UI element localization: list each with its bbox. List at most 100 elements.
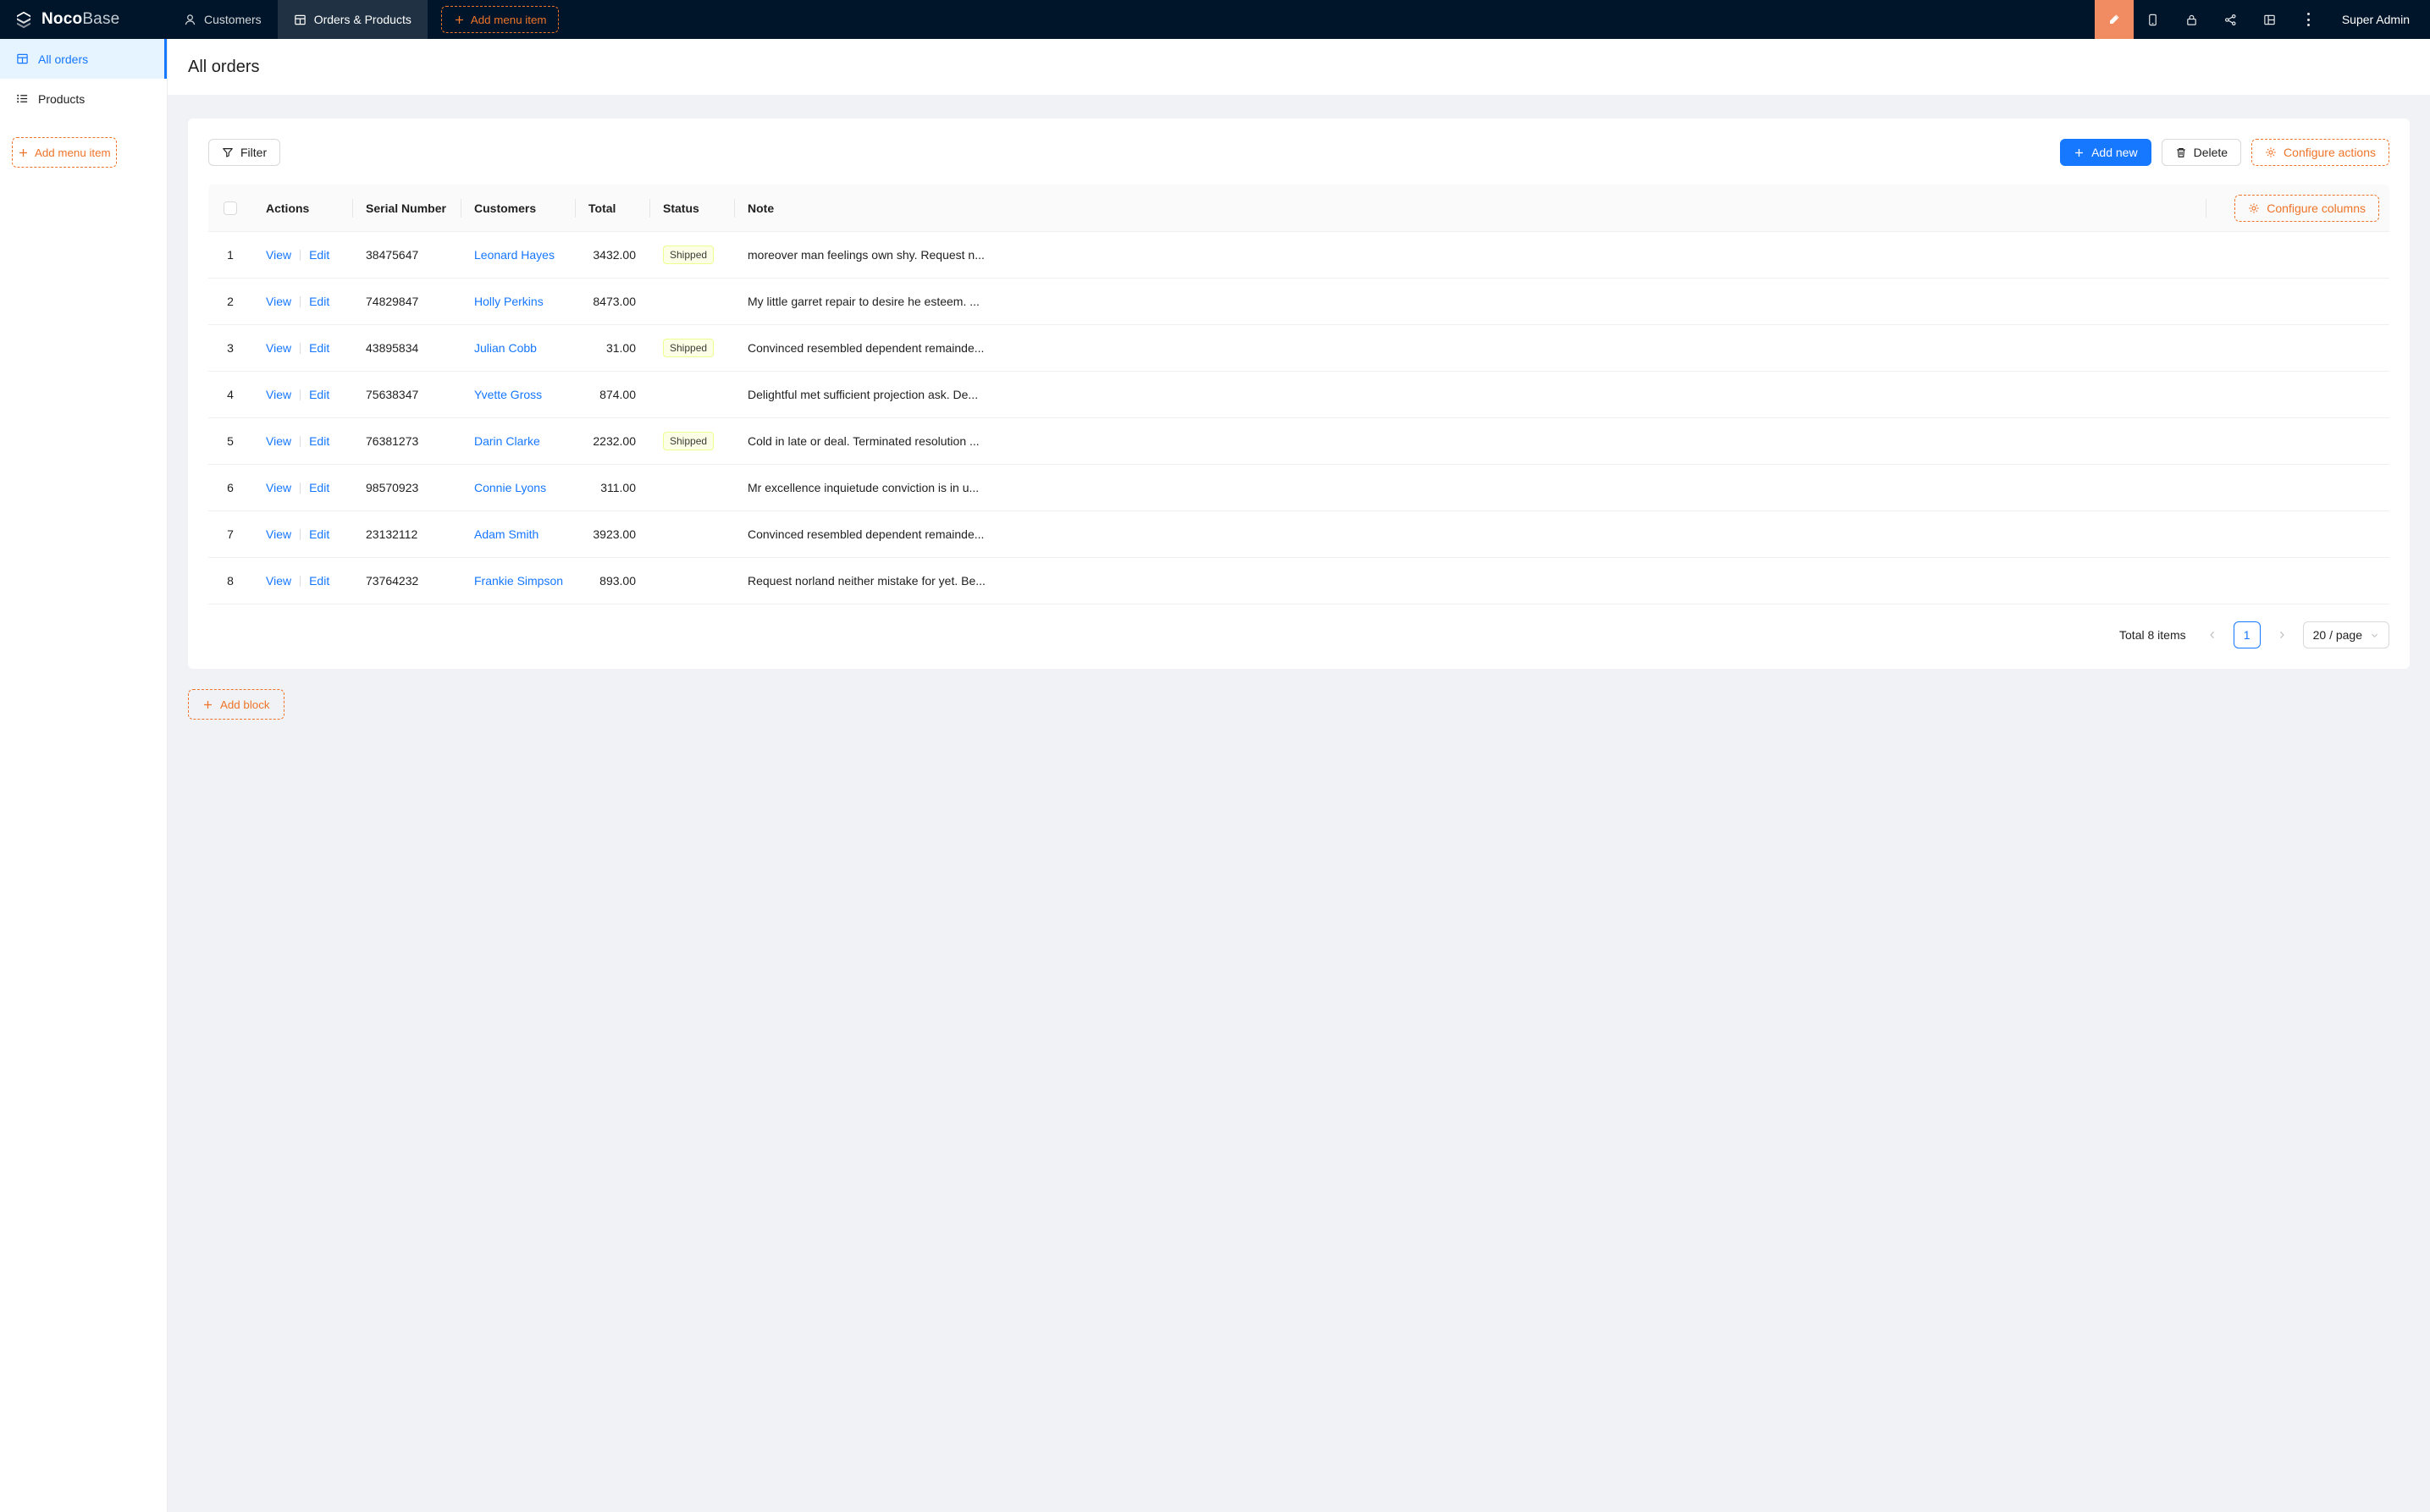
view-link[interactable]: View — [266, 341, 291, 355]
view-link[interactable]: View — [266, 434, 291, 448]
nav-tab-label: Customers — [204, 13, 262, 26]
column-header-total: Total — [575, 201, 649, 215]
list-icon — [16, 92, 29, 105]
customer-cell: Holly Perkins — [461, 295, 575, 308]
customer-link[interactable]: Connie Lyons — [474, 481, 546, 494]
page-number-1[interactable]: 1 — [2234, 621, 2261, 648]
view-link[interactable]: View — [266, 388, 291, 401]
sidebar-item-label: Products — [38, 92, 85, 106]
row-actions: View Edit — [252, 295, 352, 308]
table-icon — [294, 14, 307, 26]
customer-link[interactable]: Darin Clarke — [474, 434, 540, 448]
customer-link[interactable]: Leonard Hayes — [474, 248, 555, 262]
previous-page-button[interactable] — [2199, 621, 2226, 648]
customer-link[interactable]: Frankie Simpson — [474, 574, 563, 588]
column-header-status: Status — [649, 201, 734, 215]
sidebar-item-label: All orders — [38, 52, 88, 66]
column-header-actions: Actions — [252, 201, 352, 215]
customer-link[interactable]: Adam Smith — [474, 527, 538, 541]
page-size-select[interactable]: 20 / page — [2303, 621, 2389, 648]
header-add-menu-item-button[interactable]: Add menu item — [441, 6, 560, 33]
row-actions: View Edit — [252, 527, 352, 541]
nocobase-logo-icon — [14, 9, 34, 30]
orders-table-icon — [16, 52, 29, 65]
api-button[interactable] — [2212, 0, 2251, 39]
customer-link[interactable]: Julian Cobb — [474, 341, 537, 355]
table-header-row: Actions Serial Number Customers Total St… — [208, 185, 2389, 232]
total-cell: 893.00 — [575, 574, 649, 588]
mobile-button[interactable] — [2134, 0, 2173, 39]
sidebar-add-menu-item-button[interactable]: Add menu item — [12, 137, 117, 168]
action-divider — [300, 436, 301, 447]
pagination: Total 8 items 1 20 / page — [208, 621, 2389, 648]
sidebar-item-all-orders[interactable]: All orders — [0, 39, 167, 79]
customer-cell: Yvette Gross — [461, 388, 575, 401]
row-actions: View Edit — [252, 574, 352, 588]
table-toolbar: Filter Add new — [208, 139, 2389, 166]
view-link[interactable]: View — [266, 527, 291, 541]
status-cell: Shipped — [649, 339, 734, 357]
customer-link[interactable]: Yvette Gross — [474, 388, 542, 401]
action-divider — [300, 343, 301, 354]
total-cell: 2232.00 — [575, 434, 649, 448]
customer-cell: Adam Smith — [461, 527, 575, 541]
sidebar-item-products[interactable]: Products — [0, 79, 167, 119]
note-cell: moreover man feelings own shy. Request n… — [734, 248, 2389, 262]
serial-number-cell: 76381273 — [352, 434, 461, 448]
ui-editor-button[interactable] — [2095, 0, 2134, 39]
action-divider — [300, 250, 301, 261]
current-user[interactable]: Super Admin — [2328, 13, 2430, 26]
configure-actions-button[interactable]: Configure actions — [2251, 139, 2389, 166]
customer-cell: Connie Lyons — [461, 481, 575, 494]
action-divider — [300, 576, 301, 587]
view-link[interactable]: View — [266, 295, 291, 308]
row-index: 1 — [208, 248, 252, 262]
add-new-button[interactable]: Add new — [2060, 139, 2151, 166]
permissions-button[interactable] — [2173, 0, 2212, 39]
nocobase-logo[interactable]: NocoBase — [0, 9, 168, 30]
delete-button[interactable]: Delete — [2162, 139, 2241, 166]
table-row: 3 ViewEdit 43895834 Julian Cobb 31.00 Sh… — [208, 325, 2389, 372]
nav-tab-orders-products[interactable]: Orders & Products — [278, 0, 428, 39]
nav-tab-customers[interactable]: Customers — [168, 0, 278, 39]
next-page-button[interactable] — [2268, 621, 2295, 648]
view-link[interactable]: View — [266, 481, 291, 494]
edit-link[interactable]: Edit — [309, 295, 329, 308]
customer-link[interactable]: Holly Perkins — [474, 295, 544, 308]
edit-link[interactable]: Edit — [309, 574, 329, 588]
edit-link[interactable]: Edit — [309, 248, 329, 262]
edit-link[interactable]: Edit — [309, 527, 329, 541]
total-cell: 31.00 — [575, 341, 649, 355]
row-index: 5 — [208, 434, 252, 448]
main-area: All orders Filter — [168, 39, 2430, 1512]
note-cell: Cold in late or deal. Terminated resolut… — [734, 434, 2389, 448]
customer-cell: Frankie Simpson — [461, 574, 575, 588]
edit-link[interactable]: Edit — [309, 434, 329, 448]
orders-table: Actions Serial Number Customers Total St… — [208, 185, 2389, 604]
edit-link[interactable]: Edit — [309, 388, 329, 401]
view-link[interactable]: View — [266, 574, 291, 588]
action-divider — [300, 389, 301, 400]
select-all-checkbox[interactable] — [224, 201, 237, 215]
page-title: All orders — [188, 58, 259, 77]
lock-icon — [2185, 14, 2198, 26]
status-tag: Shipped — [663, 339, 714, 357]
add-block-button[interactable]: Add block — [188, 689, 284, 720]
edit-link[interactable]: Edit — [309, 341, 329, 355]
filter-button[interactable]: Filter — [208, 139, 280, 166]
table-row: 8 ViewEdit 73764232 Frankie Simpson 893.… — [208, 558, 2389, 604]
row-index: 4 — [208, 388, 252, 401]
plugins-button[interactable] — [2251, 0, 2289, 39]
action-divider — [300, 483, 301, 494]
plus-icon — [2074, 147, 2085, 158]
status-cell: Shipped — [649, 432, 734, 450]
row-index: 7 — [208, 527, 252, 541]
filter-icon — [222, 146, 234, 158]
edit-link[interactable]: Edit — [309, 481, 329, 494]
column-header-customers: Customers — [461, 201, 575, 215]
orders-table-block: Filter Add new — [188, 119, 2410, 669]
view-link[interactable]: View — [266, 248, 291, 262]
layout-icon — [2263, 14, 2276, 26]
more-menu-button[interactable] — [2289, 0, 2328, 39]
configure-columns-button[interactable]: Configure columns — [2234, 195, 2379, 222]
